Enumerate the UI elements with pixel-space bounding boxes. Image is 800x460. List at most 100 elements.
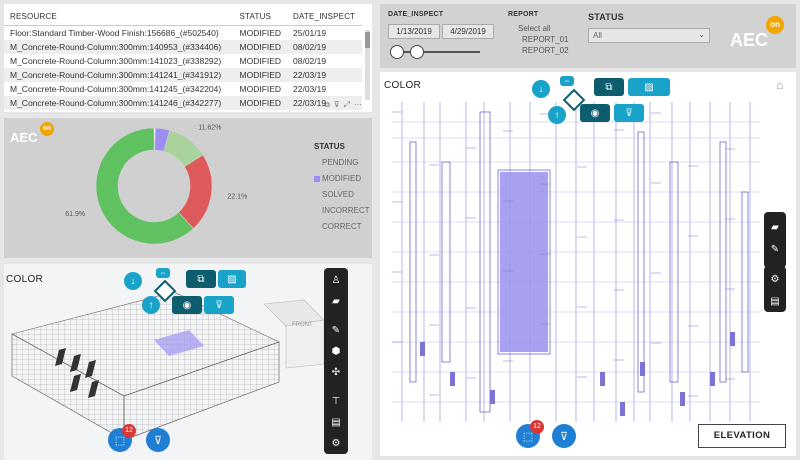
resource-cell: Floor:Standard Timber-Wood Finish:156686… — [10, 27, 219, 38]
resource-cell: M_Concrete-Round-Column:300mm:140953_(#3… — [4, 39, 234, 54]
status-cell: MODIFIED — [239, 83, 282, 94]
move-up-icon[interactable]: ↑ — [548, 106, 566, 124]
link-icon[interactable]: ⇔ — [156, 268, 170, 278]
column-header-date-inspect[interactable]: DATE_INSPECT — [287, 4, 362, 26]
section-box-icon[interactable]: ⧉ — [594, 78, 624, 96]
resource-table-panel: RESOURCE STATUS DATE_INSPECT Floor:Stand… — [4, 4, 372, 112]
table-row[interactable]: Floor:Standard Timber-Wood Finish:156686… — [4, 26, 362, 40]
link-icon[interactable]: ⇔ — [560, 76, 574, 86]
table-row[interactable]: M_Concrete-Round-Column:300mm:141246_(#3… — [4, 95, 362, 110]
building-3d-model[interactable]: FRONT — [4, 264, 372, 460]
toolbar-divider — [326, 312, 346, 320]
filter-icon[interactable]: ⊽ — [334, 100, 340, 110]
legend-item-correct[interactable]: CORRECT — [314, 219, 370, 235]
date-slider-track[interactable] — [394, 51, 480, 53]
focus-mode-icon[interactable]: ⤢ — [344, 100, 350, 110]
status-donut-panel: AEC on 61.9%22.1%11.62%0.38% STATUS PEND… — [4, 118, 372, 258]
chevron-down-icon: ⌄ — [698, 30, 705, 39]
home-icon[interactable]: ⌂ — [776, 78, 783, 92]
plan-toolbar-top: ▰ ✎ — [764, 212, 786, 268]
legend-item-incorrect[interactable]: INCORRECT — [314, 203, 370, 219]
date-to-input[interactable]: 4/29/2019 — [442, 24, 494, 39]
floor-plan-drawing[interactable] — [380, 72, 796, 456]
camera-icon[interactable]: ▰ — [326, 291, 346, 312]
donut-data-label: 11.62% — [198, 125, 221, 132]
table-scrollbar[interactable] — [365, 30, 370, 100]
selection-count-badge: 12 — [122, 424, 136, 438]
floor-plan-viewer[interactable]: COLOR ⌂ ↓ ⇔ ⧉ ▨ ↑ ◉ ⊽ ▰ ✎ ⚙ ▤ ⬚ 12 ⊽ ELE… — [380, 72, 796, 456]
model-color-title: COLOR — [6, 274, 44, 285]
measure-pencil-icon[interactable]: ✎ — [765, 238, 785, 260]
explode-icon[interactable]: ✣ — [326, 362, 346, 383]
column-marker — [490, 390, 495, 404]
status-donut-chart[interactable]: 61.9%22.1%11.62%0.38% — [4, 118, 304, 258]
settings-gear-icon[interactable]: ⚙ — [765, 268, 785, 290]
report-item-01[interactable]: REPORT_01 — [522, 35, 569, 44]
status-legend: STATUS PENDING MODIFIED SOLVED INCORRECT… — [314, 142, 370, 235]
cube-icon[interactable]: ⬢ — [326, 341, 346, 362]
move-down-icon[interactable]: ↓ — [124, 272, 142, 290]
column-marker — [420, 342, 425, 356]
column-marker — [710, 372, 715, 386]
status-filter-label: STATUS — [588, 12, 624, 22]
legend-item-solved[interactable]: SOLVED — [314, 187, 370, 203]
date-cell: 22/03/19 — [293, 83, 327, 94]
date-slider-end-handle[interactable] — [410, 45, 424, 59]
settings-gear-icon[interactable]: ⚙ — [326, 433, 346, 454]
aec-logo-badge: on — [766, 16, 784, 34]
filter-bar: DATE_INSPECT 1/13/2019 4/29/2019 REPORT … — [380, 4, 796, 68]
column-marker — [600, 372, 605, 386]
report-label: REPORT — [508, 11, 539, 18]
aec-logo: AEC on — [730, 16, 784, 51]
model-3d-viewer[interactable]: FRONT COLOR ↓ ⇔ ⧉ ▨ ↑ ◉ ⊽ ♙ ▰ ✎ ⬢ ✣ ⊤ ▤ … — [4, 264, 372, 460]
clear-filter-icon[interactable]: ⊽ — [146, 428, 170, 452]
highlighted-element — [500, 172, 548, 352]
properties-icon[interactable]: ▤ — [765, 290, 785, 312]
legend-item-modified[interactable]: MODIFIED — [314, 171, 370, 187]
toolbar-divider — [326, 383, 346, 391]
move-up-icon[interactable]: ↑ — [142, 296, 160, 314]
elevation-button[interactable]: ELEVATION — [698, 424, 786, 448]
person-icon[interactable]: ♙ — [326, 270, 346, 291]
measure-pencil-icon[interactable]: ✎ — [326, 320, 346, 341]
legend-item-pending[interactable]: PENDING — [314, 155, 370, 171]
column-marker — [450, 372, 455, 386]
date-cell: 08/02/19 — [293, 55, 327, 66]
status-cell: MODIFIED — [239, 27, 282, 38]
clear-filter-icon[interactable]: ⊽ — [552, 424, 576, 448]
column-header-status[interactable]: STATUS — [233, 4, 287, 26]
report-item-02[interactable]: REPORT_02 — [522, 46, 569, 55]
copy-icon[interactable]: ⧉ — [324, 100, 330, 110]
column-marker — [730, 332, 735, 346]
plan-toolbar-bottom: ⚙ ▤ — [764, 266, 786, 312]
model-filter-icon[interactable]: ⊽ — [204, 296, 234, 314]
resource-cell: M_Concrete-Round-Column:300mm:141246_(#3… — [4, 95, 234, 110]
isolate-target-icon[interactable]: ◉ — [580, 104, 610, 122]
report-select-all[interactable]: Select all — [518, 24, 550, 33]
table-row[interactable]: M_Concrete-Round-Column:300mm:140953_(#3… — [4, 39, 362, 54]
date-slider-start-handle[interactable] — [390, 45, 404, 59]
camera-icon[interactable]: ▰ — [765, 216, 785, 238]
more-options-icon[interactable]: ⋯ — [354, 100, 362, 110]
date-cell: 08/02/19 — [287, 39, 362, 54]
status-cell: MODIFIED — [233, 95, 287, 110]
section-box-icon[interactable]: ⧉ — [186, 270, 216, 288]
table-row[interactable]: M_Concrete-Round-Column:300mm:141023_(#3… — [4, 54, 362, 68]
plan-filter-icon[interactable]: ⊽ — [614, 104, 644, 122]
column-marker — [640, 362, 645, 376]
isolate-target-icon[interactable]: ◉ — [172, 296, 202, 314]
date-cell: 22/03/19 — [287, 67, 362, 82]
move-down-icon[interactable]: ↓ — [532, 80, 550, 98]
model-vertical-toolbar: ♙ ▰ ✎ ⬢ ✣ ⊤ ▤ ⚙ — [324, 268, 348, 454]
pattern-fill-icon[interactable]: ▨ — [628, 78, 670, 96]
status-cell: MODIFIED — [239, 55, 282, 66]
column-header-resource[interactable]: RESOURCE — [4, 4, 234, 26]
table-row[interactable]: M_Concrete-Round-Column:300mm:141245_(#3… — [4, 82, 362, 96]
properties-icon[interactable]: ▤ — [326, 412, 346, 433]
status-dropdown[interactable]: All ⌄ — [588, 28, 710, 43]
table-row[interactable]: M_Concrete-Round-Column:300mm:141241_(#3… — [4, 67, 362, 82]
pattern-fill-icon[interactable]: ▨ — [218, 270, 246, 288]
model-tree-icon[interactable]: ⊤ — [326, 391, 346, 412]
selection-count-badge: 12 — [530, 420, 544, 434]
date-from-input[interactable]: 1/13/2019 — [388, 24, 440, 39]
